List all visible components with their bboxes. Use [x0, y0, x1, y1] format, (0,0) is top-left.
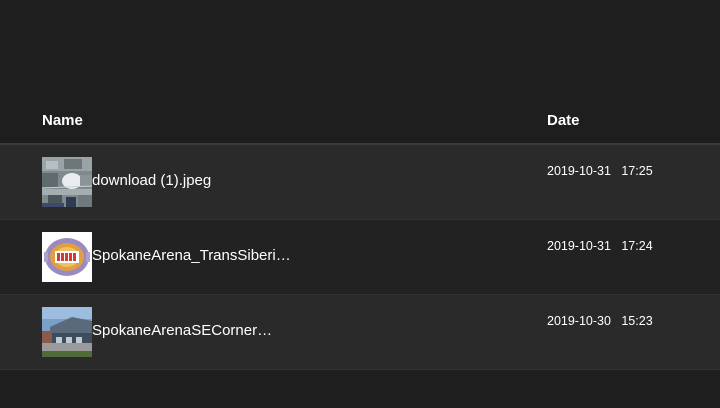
table-row[interactable]: SpokaneArenaSECorner… 2019-10-30 15:23: [0, 295, 720, 370]
date-column-header[interactable]: Date: [547, 112, 580, 129]
table-row[interactable]: SpokaneArena_TransSiberi… 2019-10-31 17:…: [0, 220, 720, 295]
file-date: 2019-10-30 15:23: [547, 314, 653, 328]
file-browser: Name Date download (1).jpeg 2019-10-31 1…: [0, 0, 720, 408]
table-row[interactable]: download (1).jpeg 2019-10-31 17:25: [0, 145, 720, 220]
seating-chart-thumbnail: [42, 232, 92, 282]
file-name[interactable]: SpokaneArenaSECorner…: [92, 322, 272, 339]
name-column-header[interactable]: Name: [42, 112, 83, 129]
file-date: 2019-10-31 17:24: [547, 239, 653, 253]
aerial-photo-thumbnail: [42, 157, 92, 207]
file-name[interactable]: SpokaneArena_TransSiberi…: [92, 247, 291, 264]
file-table: Name Date download (1).jpeg 2019-10-31 1…: [0, 98, 720, 370]
file-name[interactable]: download (1).jpeg: [92, 172, 211, 189]
building-photo-thumbnail: [42, 307, 92, 357]
file-date: 2019-10-31 17:25: [547, 164, 653, 178]
table-header: Name Date: [0, 98, 720, 145]
